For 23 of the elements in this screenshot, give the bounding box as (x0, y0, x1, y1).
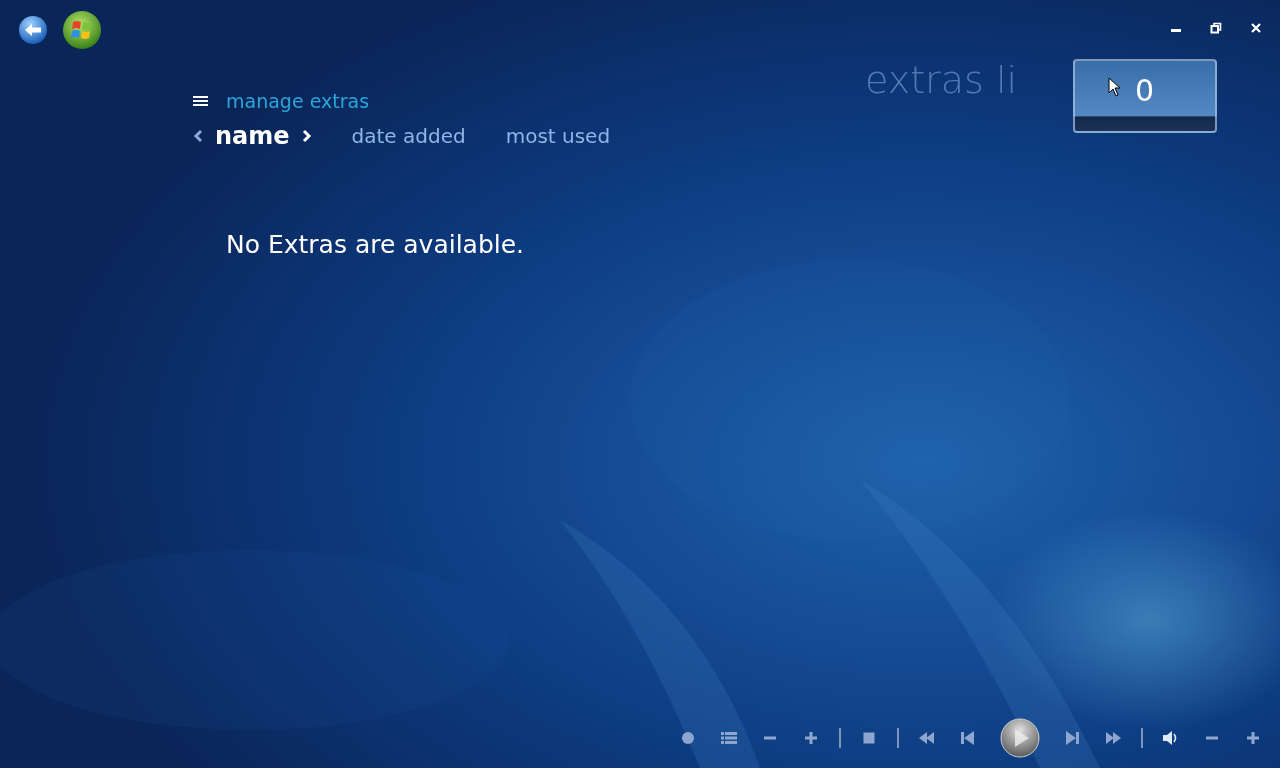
chevron-left-icon[interactable] (193, 129, 203, 143)
manage-extras-link[interactable]: manage extras (226, 90, 370, 112)
plus-icon[interactable] (802, 729, 820, 747)
sort-tab[interactable]: most used (505, 124, 611, 148)
empty-message: No Extras are available. (226, 230, 526, 259)
next-icon[interactable] (1063, 729, 1081, 747)
sort-tab[interactable]: date added (351, 124, 466, 148)
back-button[interactable] (18, 15, 48, 45)
chevron-right-icon[interactable] (301, 129, 312, 143)
close-icon[interactable] (1250, 22, 1262, 34)
rewind-icon[interactable] (918, 729, 936, 747)
menu-icon[interactable] (193, 95, 208, 107)
start-button[interactable] (62, 10, 102, 50)
plus-icon[interactable] (1244, 729, 1262, 747)
restore-icon[interactable] (1210, 22, 1222, 34)
play-button[interactable] (1000, 718, 1040, 758)
list-icon[interactable] (720, 729, 738, 747)
record-icon[interactable] (679, 729, 697, 747)
sort-tab[interactable]: name (215, 122, 290, 150)
cursor-icon (1108, 77, 1122, 97)
page-title: extras li (865, 58, 1017, 102)
previous-icon[interactable] (959, 729, 977, 747)
item-count: 0 (1135, 73, 1155, 108)
